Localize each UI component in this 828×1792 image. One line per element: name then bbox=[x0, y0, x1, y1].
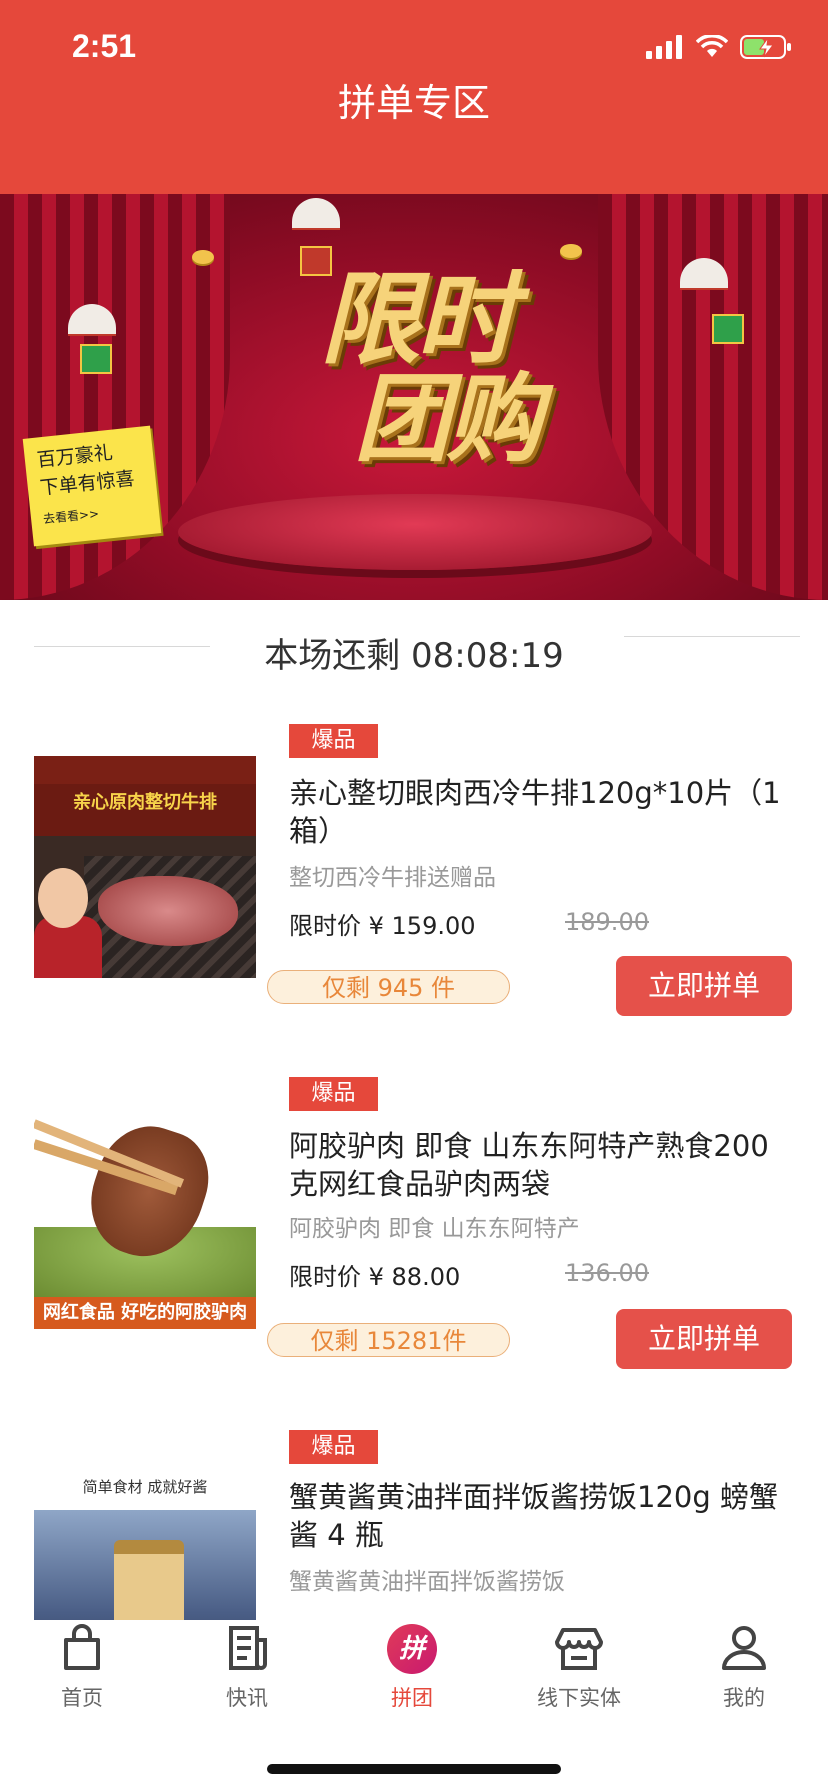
tab-group-buy-label: 拼团 bbox=[391, 1686, 433, 1710]
user-icon bbox=[722, 1626, 766, 1670]
tab-news-label: 快讯 bbox=[226, 1686, 268, 1710]
product-title[interactable]: 阿胶驴肉 即食 山东东阿特产熟食200克网红食品驴肉两袋 bbox=[289, 1127, 789, 1203]
banner-promo-card[interactable]: 百万豪礼 下单有惊喜 去看看>> bbox=[22, 425, 162, 547]
status-time: 2:51 bbox=[72, 28, 137, 64]
product-title[interactable]: 蟹黄酱黄油拌面拌饭酱捞饭120g 螃蟹酱 4 瓶 bbox=[289, 1478, 789, 1554]
product-subtitle: 整切西冷牛排送赠品 bbox=[289, 865, 496, 891]
hot-badge: 爆品 bbox=[289, 1077, 378, 1111]
product-title[interactable]: 亲心整切眼肉西冷牛排120g*10片（1箱） bbox=[289, 774, 789, 850]
stock-remaining: 仅剩 945 件 bbox=[267, 970, 510, 1004]
product-card[interactable]: 网红食品 好吃的阿胶驴肉 爆品 阿胶驴肉 即食 山东东阿特产熟食200克网红食品… bbox=[0, 1073, 828, 1393]
banner-card-link: 去看看>> bbox=[42, 506, 100, 527]
page-title: 拼单专区 bbox=[337, 81, 490, 125]
coin-icon bbox=[192, 250, 214, 264]
stock-remaining: 仅剩 15281件 bbox=[267, 1323, 510, 1357]
tab-news[interactable]: 快讯 bbox=[187, 1620, 307, 1720]
model-face bbox=[38, 868, 88, 928]
group-buy-button[interactable]: 立即拼单 bbox=[616, 956, 792, 1016]
gift-icon bbox=[712, 314, 744, 344]
product-subtitle: 阿胶驴肉 即食 山东东阿特产 bbox=[289, 1216, 580, 1242]
countdown-text: 本场还剩 08:08:19 bbox=[264, 636, 564, 676]
product-old-price: 189.00 bbox=[565, 908, 649, 936]
image-header-strip bbox=[34, 756, 256, 784]
promo-banner[interactable]: 限时 团购 bbox=[0, 194, 828, 600]
store-icon bbox=[555, 1628, 603, 1670]
coin-icon bbox=[560, 244, 582, 258]
tab-offline-store-label: 线下实体 bbox=[537, 1686, 621, 1710]
app-header: 2:51 拼单专区 bbox=[0, 0, 828, 194]
banner-title-line2: 团购 bbox=[354, 362, 542, 475]
wifi-icon bbox=[696, 35, 728, 57]
pin-icon: 拼 bbox=[387, 1624, 437, 1674]
battery-icon bbox=[740, 35, 791, 59]
product-card[interactable]: 简单食材 成就好酱 爆品 蟹黄酱黄油拌面拌饭酱捞饭120g 螃蟹酱 4 瓶 蟹黄… bbox=[0, 1426, 828, 1620]
product-price: 限时价 ¥ 88.00 bbox=[289, 1263, 461, 1291]
group-buy-button[interactable]: 立即拼单 bbox=[616, 1309, 792, 1369]
status-icons bbox=[646, 34, 792, 60]
tab-home-label: 首页 bbox=[61, 1686, 103, 1710]
tab-mine[interactable]: 我的 bbox=[684, 1620, 804, 1720]
tab-group-buy[interactable]: 拼 拼团 bbox=[352, 1620, 472, 1720]
product-image[interactable]: 网红食品 好吃的阿胶驴肉 bbox=[34, 1107, 256, 1329]
home-indicator[interactable] bbox=[267, 1764, 561, 1774]
countdown-section: 本场还剩 08:08:19 bbox=[0, 614, 828, 688]
banner-title-line1: 限时 bbox=[320, 260, 516, 378]
sauce-jar-image bbox=[114, 1540, 184, 1620]
product-image-caption: 简单食材 成就好酱 bbox=[82, 1478, 208, 1496]
tab-offline-store[interactable]: 线下实体 bbox=[519, 1620, 639, 1720]
tab-mine-label: 我的 bbox=[723, 1686, 765, 1710]
product-image[interactable]: 亲心原肉整切牛排 bbox=[34, 756, 256, 978]
product-price: 限时价 ¥ 159.00 bbox=[289, 912, 476, 940]
signal-icon bbox=[646, 35, 682, 59]
product-image[interactable]: 简单食材 成就好酱 bbox=[34, 1460, 256, 1620]
hot-badge: 爆品 bbox=[289, 1430, 378, 1464]
product-image-caption: 亲心原肉整切牛排 bbox=[73, 792, 217, 813]
tab-home[interactable]: 首页 bbox=[22, 1620, 142, 1720]
stage-platform bbox=[178, 494, 652, 570]
product-card[interactable]: 亲心原肉整切牛排 爆品 亲心整切眼肉西冷牛排120g*10片（1箱） 整切西冷牛… bbox=[0, 720, 828, 1040]
hot-badge: 爆品 bbox=[289, 724, 378, 758]
bag-icon bbox=[64, 1624, 100, 1670]
product-old-price: 136.00 bbox=[565, 1259, 649, 1287]
banner-title: 限时 团购 bbox=[246, 268, 586, 468]
product-image-caption: 网红食品 好吃的阿胶驴肉 bbox=[34, 1297, 256, 1329]
news-icon bbox=[229, 1626, 267, 1670]
gift-icon bbox=[80, 344, 112, 374]
product-subtitle: 蟹黄酱黄油拌面拌饭酱捞饭 bbox=[289, 1569, 565, 1595]
parachute-icon bbox=[292, 198, 340, 230]
